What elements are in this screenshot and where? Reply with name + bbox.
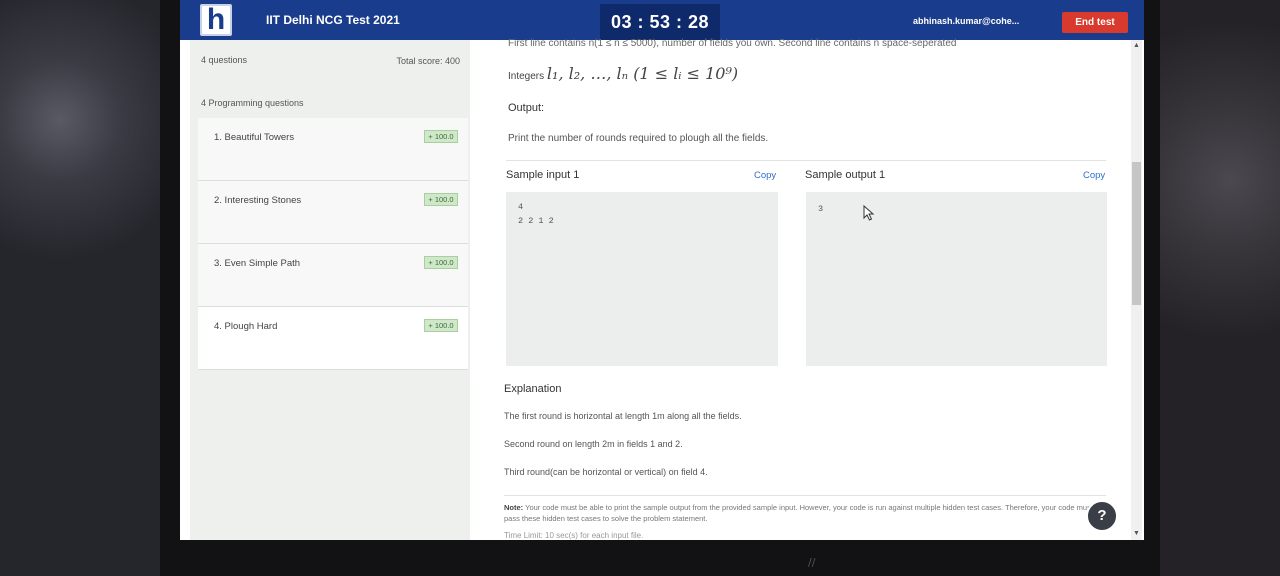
explanation-line: The first round is horizontal at length … bbox=[504, 411, 742, 421]
question-label: 1. Beautiful Towers bbox=[214, 132, 295, 143]
sample-input-line: 2 2 1 2 bbox=[518, 216, 554, 226]
input-description: First line contains n(1 ≤ n ≤ 5000), num… bbox=[508, 38, 957, 49]
question-label: 2. Interesting Stones bbox=[214, 195, 302, 206]
output-heading: Output: bbox=[508, 102, 545, 114]
screen: h IIT Delhi NCG Test 2021 03 : 53 : 28 a… bbox=[180, 0, 1144, 540]
top-bar: h IIT Delhi NCG Test 2021 03 : 53 : 28 a… bbox=[180, 0, 1144, 40]
input-constraints: Integers l₁, l₂, …, lₙ (1 ≤ lᵢ ≤ 10⁹) bbox=[508, 64, 738, 83]
sample-input-heading: Sample input 1 bbox=[506, 169, 580, 181]
laptop-logo: // bbox=[808, 556, 816, 569]
note-body: Your code must be able to print the samp… bbox=[504, 503, 1093, 523]
sample-output-box: 3 bbox=[806, 192, 1107, 366]
explanation-heading: Explanation bbox=[504, 383, 562, 395]
score-badge: + 100.0 bbox=[424, 256, 458, 269]
question-sidebar: 4 questions Total score: 400 4 Programmi… bbox=[190, 40, 470, 540]
time-limit: Time Limit: 10 sec(s) for each input fil… bbox=[504, 531, 644, 540]
question-item-interesting-stones[interactable]: 2. Interesting Stones + 100.0 bbox=[198, 181, 468, 244]
hackerearth-logo: h bbox=[200, 4, 232, 36]
score-badge: + 100.0 bbox=[424, 130, 458, 143]
sample-input-box: 4 2 2 1 2 bbox=[506, 192, 778, 366]
score-badge: + 100.0 bbox=[424, 319, 458, 332]
section-label: 4 Programming questions bbox=[201, 98, 304, 108]
sample-input-line: 4 bbox=[518, 202, 524, 212]
question-label: 4. Plough Hard bbox=[214, 321, 278, 332]
question-list: 1. Beautiful Towers + 100.0 2. Interesti… bbox=[198, 118, 468, 370]
output-description: Print the number of rounds required to p… bbox=[508, 133, 769, 144]
scroll-down-arrow-icon[interactable]: ▼ bbox=[1133, 530, 1140, 537]
countdown-timer: 03 : 53 : 28 bbox=[600, 4, 720, 40]
question-item-plough-hard[interactable]: 4. Plough Hard + 100.0 bbox=[198, 307, 468, 370]
integers-prefix: Integers bbox=[508, 71, 545, 82]
total-score: Total score: 400 bbox=[396, 56, 460, 66]
scroll-thumb[interactable] bbox=[1132, 162, 1141, 305]
scroll-up-arrow-icon[interactable]: ▲ bbox=[1133, 42, 1140, 49]
question-item-even-simple-path[interactable]: 3. Even Simple Path + 100.0 bbox=[198, 244, 468, 307]
explanation-line: Third round(can be horizontal or vertica… bbox=[504, 467, 708, 477]
end-test-button[interactable]: End test bbox=[1062, 12, 1128, 33]
question-label: 3. Even Simple Path bbox=[214, 258, 301, 269]
question-item-beautiful-towers[interactable]: 1. Beautiful Towers + 100.0 bbox=[198, 118, 468, 181]
test-title: IIT Delhi NCG Test 2021 bbox=[266, 13, 400, 27]
user-email[interactable]: abhinash.kumar@cohe... bbox=[913, 16, 1019, 26]
scrollbar[interactable]: ▲ ▼ bbox=[1131, 40, 1142, 540]
note-label: Note: bbox=[504, 503, 524, 512]
help-button[interactable]: ? bbox=[1086, 500, 1118, 532]
mouse-pointer-icon bbox=[863, 205, 875, 221]
divider bbox=[506, 160, 1106, 161]
copy-input-link[interactable]: Copy bbox=[754, 170, 776, 181]
sample-output-heading: Sample output 1 bbox=[805, 169, 886, 181]
divider bbox=[504, 495, 1106, 496]
explanation-line: Second round on length 2m in fields 1 an… bbox=[504, 439, 683, 449]
integers-formula: l₁, l₂, …, lₙ (1 ≤ lᵢ ≤ 10⁹) bbox=[546, 64, 739, 83]
score-badge: + 100.0 bbox=[424, 193, 458, 206]
note-text: Note: Your code must be able to print th… bbox=[504, 502, 1094, 524]
question-count: 4 questions bbox=[201, 55, 248, 65]
photo-background-right bbox=[1140, 0, 1280, 576]
problem-statement: First line contains n(1 ≤ n ≤ 5000), num… bbox=[500, 38, 1140, 540]
copy-output-link[interactable]: Copy bbox=[1083, 170, 1105, 181]
photo-background-left bbox=[0, 0, 180, 576]
sample-output-line: 3 bbox=[818, 204, 824, 214]
